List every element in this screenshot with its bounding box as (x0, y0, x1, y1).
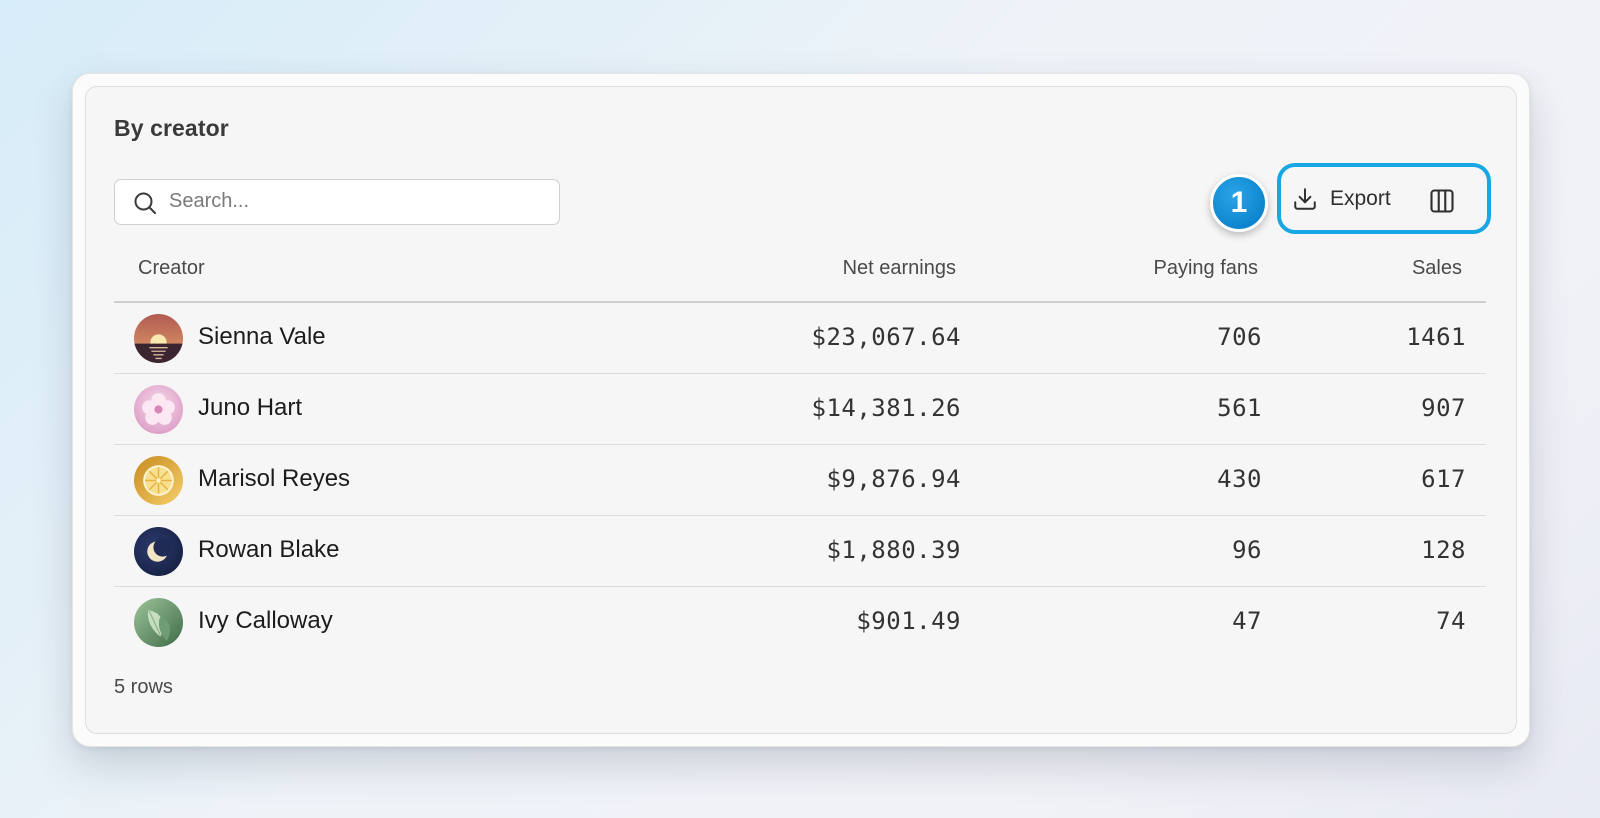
sales-value: 617 (1421, 465, 1466, 493)
net-earnings-value: $23,067.64 (811, 323, 961, 351)
column-header-creator[interactable]: Creator (138, 257, 205, 280)
table-row[interactable]: Marisol Reyes $9,876.94 430 617 (114, 445, 1486, 516)
sales-value: 1461 (1406, 323, 1466, 351)
net-earnings-value: $9,876.94 (826, 465, 961, 493)
table-header: Creator Net earnings Paying fans Sales (114, 245, 1486, 303)
sales-value: 128 (1421, 536, 1466, 564)
column-header-paying-fans[interactable]: Paying fans (1153, 257, 1258, 280)
flower-avatar (134, 385, 183, 434)
net-earnings-value: $14,381.26 (811, 394, 961, 422)
paying-fans-value: 47 (1232, 607, 1262, 635)
search-input[interactable] (169, 180, 549, 223)
creator-card: By creator 1 Export (72, 73, 1530, 747)
creator-panel: By creator 1 Export (85, 86, 1517, 734)
paying-fans-value: 706 (1217, 323, 1262, 351)
table-row[interactable]: Rowan Blake $1,880.39 96 128 (114, 516, 1486, 587)
columns-button[interactable] (1428, 187, 1456, 215)
sales-value: 74 (1436, 607, 1466, 635)
creator-name: Rowan Blake (198, 536, 340, 563)
net-earnings-value: $1,880.39 (826, 536, 961, 564)
net-earnings-value: $901.49 (856, 607, 961, 635)
creator-name: Ivy Calloway (198, 607, 333, 634)
row-count: 5 rows (114, 676, 173, 698)
paying-fans-value: 561 (1217, 394, 1262, 422)
download-icon (1294, 188, 1316, 210)
moon-avatar (134, 527, 183, 576)
search-box[interactable] (114, 179, 560, 225)
step-number-badge: 1 (1210, 174, 1268, 232)
creator-name: Marisol Reyes (198, 465, 351, 492)
columns-icon (1430, 189, 1454, 213)
search-icon (134, 192, 156, 214)
paying-fans-value: 430 (1217, 465, 1262, 493)
leaf-avatar (134, 598, 183, 647)
column-header-sales[interactable]: Sales (1412, 257, 1462, 280)
sales-value: 907 (1421, 394, 1466, 422)
sunset-avatar (134, 314, 183, 363)
column-header-net-earnings[interactable]: Net earnings (843, 257, 956, 280)
table-row[interactable]: Ivy Calloway $901.49 47 74 (114, 587, 1486, 658)
creator-name: Juno Hart (198, 394, 303, 421)
export-label: Export (1330, 187, 1391, 210)
creator-table: Creator Net earnings Paying fans Sales S… (114, 245, 1486, 658)
table-row[interactable]: Sienna Vale $23,067.64 706 1461 (114, 303, 1486, 374)
creator-name: Sienna Vale (198, 323, 326, 350)
paying-fans-value: 96 (1232, 536, 1262, 564)
table-row[interactable]: Juno Hart $14,381.26 561 907 (114, 374, 1486, 445)
citrus-avatar (134, 456, 183, 505)
section-title: By creator (114, 115, 229, 141)
export-button[interactable]: Export (1292, 179, 1391, 219)
